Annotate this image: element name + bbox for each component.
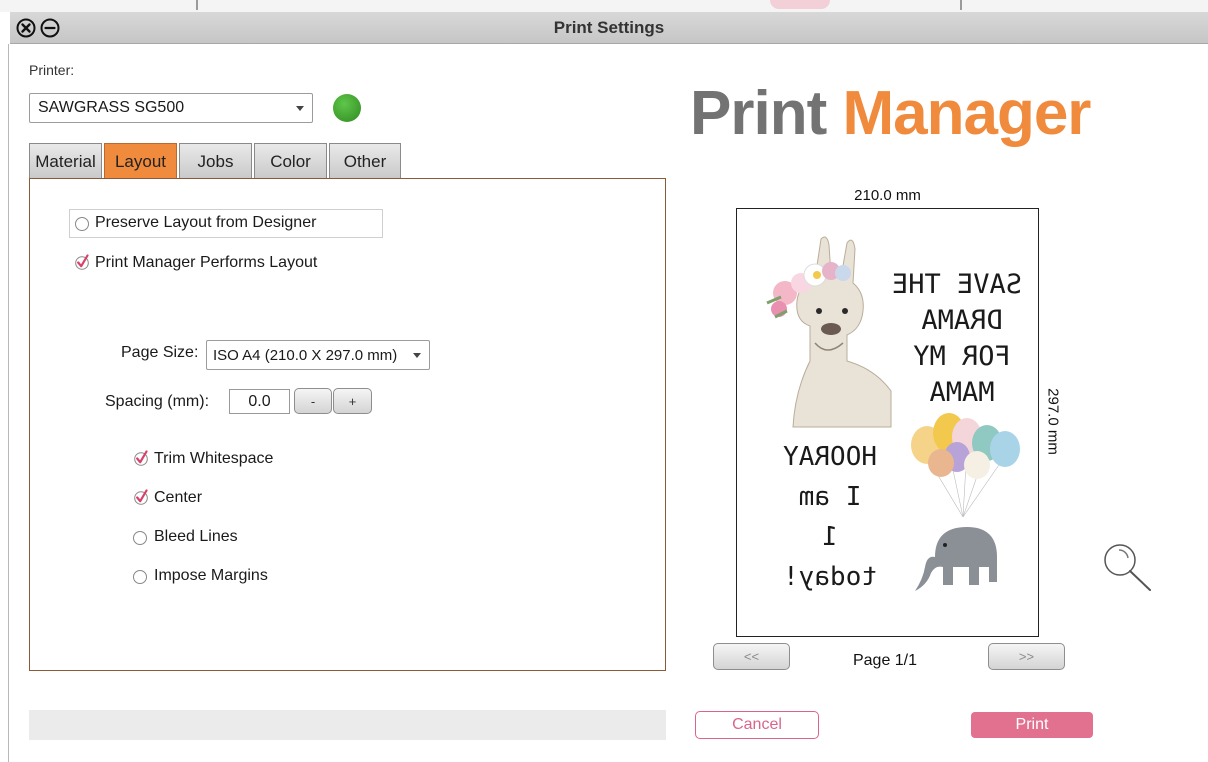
- page-size-label: Page Size:: [121, 344, 199, 361]
- bleed-lines-label: Bleed Lines: [154, 528, 238, 545]
- page-preview: SAVE THE DRAMA FOR MY MAMA HOORAY I am 1…: [736, 208, 1039, 637]
- center-label: Center: [154, 489, 203, 506]
- preview-width-label: 210.0 mm: [854, 187, 921, 204]
- center-check-icon[interactable]: [133, 489, 149, 505]
- background-sliver: [960, 0, 962, 10]
- page-indicator: Page 1/1: [852, 652, 918, 669]
- tab-color[interactable]: Color: [254, 143, 327, 179]
- preview-text-line: MAMA: [929, 377, 995, 408]
- preserve-layout-label: Preserve Layout from Designer: [95, 214, 317, 231]
- trim-whitespace-label: Trim Whitespace: [154, 450, 274, 467]
- printer-select-value: SAWGRASS SG500: [38, 99, 185, 116]
- background-strip: [0, 0, 1208, 12]
- title-bar: Print Settings: [10, 12, 1208, 44]
- preview-text-line: 1: [822, 522, 838, 552]
- layout-panel: [29, 178, 666, 671]
- status-bar: [29, 710, 666, 740]
- spacing-label: Spacing (mm):: [105, 393, 210, 410]
- tab-label: Color: [270, 151, 311, 171]
- page-size-select[interactable]: ISO A4 (210.0 X 297.0 mm): [206, 340, 430, 370]
- logo-word-print: Print: [690, 79, 827, 148]
- tab-label: Material: [35, 151, 96, 171]
- prev-page-button[interactable]: <<: [713, 643, 790, 670]
- preview-text-top: SAVE THE DRAMA FOR MY MAMA: [891, 267, 1022, 411]
- spacing-increment-button[interactable]: +: [333, 388, 372, 414]
- cancel-button[interactable]: Cancel: [695, 711, 819, 739]
- tab-label: Other: [343, 151, 387, 171]
- preview-text-line: FOR MY: [913, 341, 1011, 372]
- balloons-elephant-illustration: [911, 413, 1020, 591]
- tab-jobs[interactable]: Jobs: [179, 143, 252, 179]
- background-flower: [770, 0, 830, 9]
- pm-layout-label: Print Manager Performs Layout: [95, 254, 318, 271]
- window-frame: [8, 44, 9, 762]
- impose-margins-label: Impose Margins: [154, 567, 268, 584]
- tab-layout[interactable]: Layout: [104, 143, 177, 179]
- tab-other[interactable]: Other: [329, 143, 401, 179]
- window-title: Print Settings: [553, 18, 665, 37]
- preview-text-line: DRAMA: [921, 305, 1003, 336]
- tab-label: Jobs: [197, 151, 234, 171]
- llama-illustration: [766, 236, 892, 428]
- preview-height-label: 297.0 mm: [1044, 388, 1062, 455]
- background-sliver: [196, 0, 198, 10]
- printer-select[interactable]: SAWGRASS SG500: [29, 93, 313, 123]
- preview-text-line: HOORAY: [783, 442, 877, 472]
- logo-word-manager: Manager: [842, 79, 1091, 148]
- printer-label: Printer:: [29, 62, 75, 78]
- preview-text-line: I am: [798, 482, 862, 512]
- printer-status-indicator: [333, 94, 361, 122]
- impose-margins-radio[interactable]: [133, 570, 147, 584]
- preview-text-line: SAVE THE: [891, 269, 1022, 300]
- preserve-layout-radio[interactable]: [75, 217, 89, 231]
- next-page-button[interactable]: >>: [988, 643, 1065, 670]
- page-size-value: ISO A4 (210.0 X 297.0 mm): [213, 346, 398, 364]
- zoom-magnifier-icon[interactable]: [1100, 542, 1154, 596]
- preview-text-bottom: HOORAY I am 1 today!: [755, 437, 905, 597]
- spacing-decrement-button[interactable]: -: [294, 388, 332, 414]
- print-manager-logo: Print Manager: [690, 78, 1091, 149]
- trim-whitespace-check-icon[interactable]: [133, 450, 149, 466]
- tab-material[interactable]: Material: [29, 143, 102, 179]
- preview-text-line: today!: [783, 562, 877, 592]
- pm-layout-check-icon[interactable]: [74, 254, 90, 270]
- chevron-down-icon: [413, 353, 421, 358]
- print-button[interactable]: Print: [971, 712, 1093, 738]
- bleed-lines-radio[interactable]: [133, 531, 147, 545]
- chevron-down-icon: [296, 106, 304, 111]
- spacing-input[interactable]: 0.0: [229, 389, 290, 414]
- tab-label: Layout: [114, 151, 167, 171]
